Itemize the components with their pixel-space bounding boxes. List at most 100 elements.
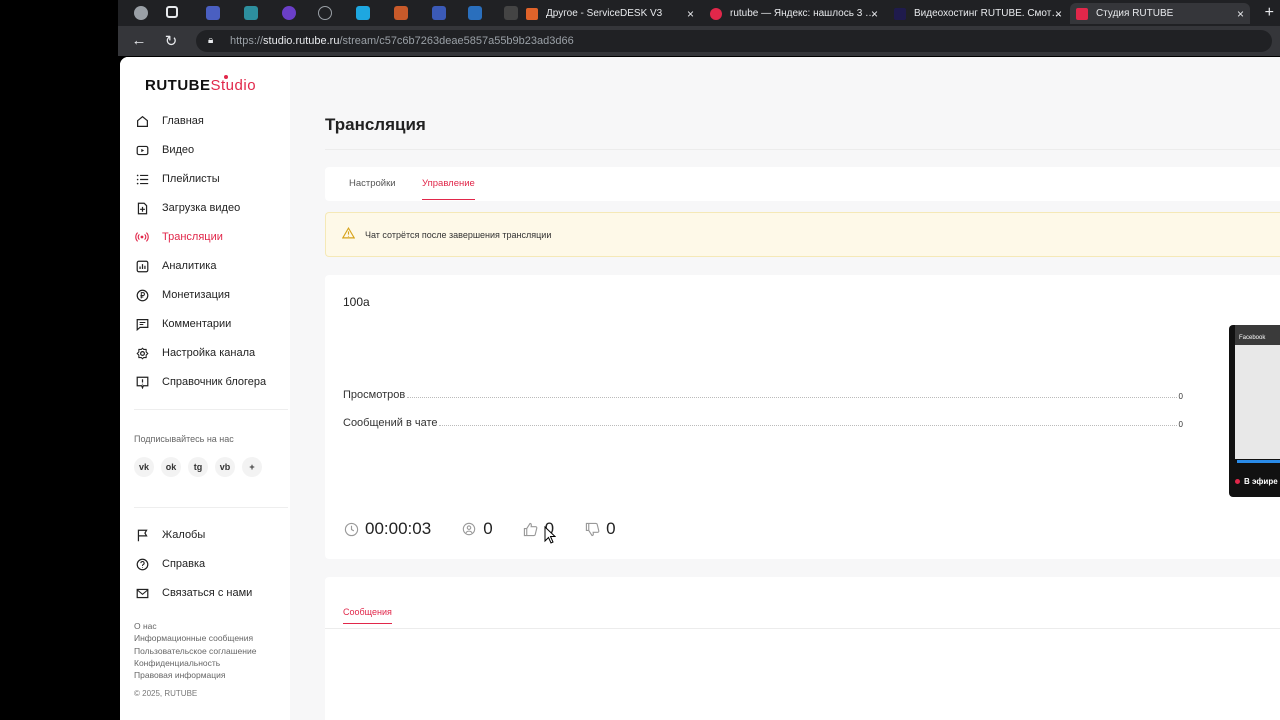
close-icon[interactable]: ×	[1237, 7, 1244, 21]
pinned-tab-icon[interactable]	[206, 6, 220, 20]
vk-icon[interactable]: vk	[134, 457, 154, 477]
preview-frame	[1235, 329, 1280, 459]
sidebar-item-complaints[interactable]: Жалобы	[134, 524, 284, 546]
sidebar-item-upload[interactable]: Загрузка видео	[134, 197, 284, 219]
stream-tabs: Настройки Управление	[325, 167, 1280, 201]
globe-icon[interactable]	[318, 6, 332, 20]
sidebar-divider	[134, 409, 288, 410]
thumbs-up-icon[interactable]	[523, 521, 539, 537]
address-bar: ← ↻ 🔒︎ https://studio.rutube.ru/stream/c…	[118, 26, 1280, 56]
chat-warning-banner: Чат сотрётся после завершения трансляции	[325, 212, 1280, 257]
dotted-leader	[439, 425, 1177, 426]
sidebar-item-video[interactable]: Видео	[134, 139, 284, 161]
ruble-icon	[134, 287, 150, 303]
logo-dot	[224, 75, 228, 79]
tab-management[interactable]: Управление	[422, 178, 475, 200]
sidebar-item-contact[interactable]: Связаться с нами	[134, 582, 284, 604]
home-icon	[134, 113, 150, 129]
more-socials-icon[interactable]: +	[242, 457, 262, 477]
browser-tab-bar: Другое - ServiceDESK V3 × rutube — Яндек…	[118, 0, 1280, 26]
viber-icon[interactable]: vb	[215, 457, 235, 477]
footer-link-privacy[interactable]: Конфиденциальность	[134, 657, 256, 669]
pinned-tab-icon[interactable]	[504, 6, 518, 20]
video-icon	[134, 142, 150, 158]
close-icon[interactable]: ×	[687, 7, 694, 21]
pinned-tab-icon[interactable]	[244, 6, 258, 20]
upload-icon	[134, 200, 150, 216]
profile-icon[interactable]	[134, 6, 148, 20]
sidebar-item-comments[interactable]: Комментарии	[134, 313, 284, 335]
live-badge: В эфире	[1235, 477, 1278, 486]
warning-text: Чат сотрётся после завершения трансляции	[365, 229, 552, 240]
chat-card: Сообщения	[325, 577, 1280, 720]
pinned-tab-icon[interactable]	[356, 6, 370, 20]
main-content: Трансляция Настройки Управление Чат сотр…	[325, 57, 1280, 720]
sidebar-item-channel-settings[interactable]: Настройка канала	[134, 342, 284, 364]
pinned-tab-icon[interactable]	[468, 6, 482, 20]
dotted-leader	[407, 397, 1177, 398]
stat-label: Сообщений в чате	[343, 417, 438, 429]
reload-icon[interactable]: ↻	[162, 32, 180, 50]
sidebar-item-home[interactable]: Главная	[134, 110, 284, 132]
footer-links: О нас Информационные сообщения Пользоват…	[134, 620, 256, 681]
tab-actions-icon[interactable]	[166, 6, 178, 18]
rutube-studio-icon	[1076, 7, 1088, 20]
mail-icon	[134, 585, 150, 601]
analytics-icon	[134, 258, 150, 274]
lock-icon: 🔒︎	[208, 35, 214, 46]
rutube-studio-logo[interactable]: RUTUBE Studio	[145, 75, 256, 94]
sidebar-item-help[interactable]: Справка	[134, 553, 284, 575]
gear-icon	[134, 345, 150, 361]
thumbs-down-icon[interactable]	[584, 521, 600, 537]
copyright: © 2025, RUTUBE	[134, 689, 198, 698]
user-icon	[461, 521, 477, 537]
browser-tab[interactable]: rutube — Яндекс: нашлось 3 млн ×	[704, 3, 884, 24]
stat-value: 0	[1178, 392, 1183, 401]
telegram-icon[interactable]: tg	[188, 457, 208, 477]
close-icon[interactable]: ×	[871, 7, 878, 21]
clock-icon	[343, 521, 359, 537]
chat-divider	[325, 628, 1280, 629]
back-icon[interactable]: ←	[130, 32, 148, 49]
sidebar-divider	[134, 507, 288, 508]
preview-progress	[1237, 460, 1280, 463]
stat-views: Просмотров 0	[343, 387, 1183, 401]
footer-link-info[interactable]: Информационные сообщения	[134, 632, 256, 644]
mail-icon[interactable]	[394, 6, 408, 20]
subscribe-label: Подписывайтесь на нас	[134, 434, 234, 444]
footer-link-terms[interactable]: Пользовательское соглашение	[134, 645, 256, 657]
social-links: vk ok tg vb +	[134, 457, 269, 477]
browser-tab[interactable]: Другое - ServiceDESK V3 ×	[520, 3, 700, 24]
stream-card: 100а Просмотров 0 Сообщений в чате 0 00:…	[325, 275, 1280, 559]
stream-name: 100а	[343, 295, 370, 309]
sidebar-item-monetization[interactable]: Монетизация	[134, 284, 284, 306]
browser-tab-active[interactable]: Студия RUTUBE ×	[1070, 3, 1250, 24]
url-input[interactable]: 🔒︎ https://studio.rutube.ru/stream/c57c6…	[196, 30, 1272, 52]
sidebar-item-playlists[interactable]: Плейлисты	[134, 168, 284, 190]
warning-icon	[341, 226, 356, 242]
new-tab-icon[interactable]: +	[1265, 4, 1274, 22]
browser-tab[interactable]: Видеохостинг RUTUBE. Смотрите ×	[888, 3, 1068, 24]
stream-preview[interactable]: Facebook В эфире	[1229, 325, 1280, 497]
tab-messages[interactable]: Сообщения	[343, 607, 392, 624]
comment-icon	[134, 316, 150, 332]
live-dot	[1235, 479, 1240, 484]
sidebar-item-analytics[interactable]: Аналитика	[134, 255, 284, 277]
servicedesk-icon	[526, 7, 538, 20]
sidebar-item-blogger-guide[interactable]: Справочник блогера	[134, 371, 284, 393]
sidebar-item-streams[interactable]: Трансляции	[134, 226, 284, 248]
ok-icon[interactable]: ok	[161, 457, 181, 477]
rutube-icon	[894, 7, 906, 20]
footer-link-legal[interactable]: Правовая информация	[134, 669, 256, 681]
metric-dislikes[interactable]: 0	[584, 519, 616, 539]
flag-icon	[134, 527, 150, 543]
metric-viewers: 0	[461, 519, 493, 539]
tab-settings[interactable]: Настройки	[349, 178, 396, 199]
pinned-tab-icon[interactable]	[432, 6, 446, 20]
info-comment-icon	[134, 374, 150, 390]
footer-link-about[interactable]: О нас	[134, 620, 256, 632]
stat-chat-messages: Сообщений в чате 0	[343, 415, 1183, 429]
close-icon[interactable]: ×	[1055, 7, 1062, 21]
page-title: Трансляция	[325, 115, 426, 134]
pinned-tab-icon[interactable]	[282, 6, 296, 20]
